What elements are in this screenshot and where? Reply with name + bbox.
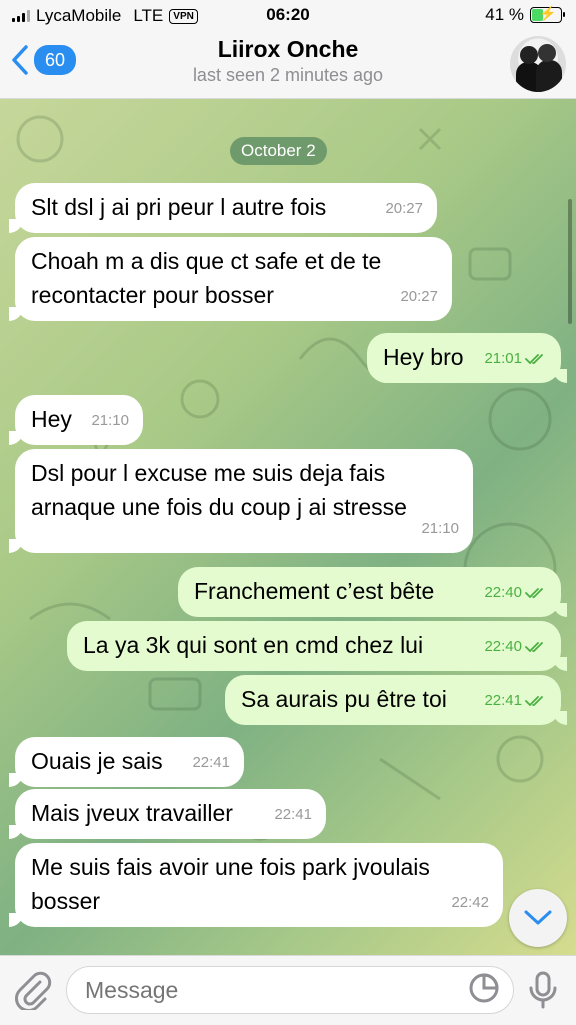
- outgoing-message[interactable]: Franchement c’est bête 22:40: [178, 567, 567, 617]
- message-time: 22:41: [274, 798, 312, 832]
- message-time: 22:41: [484, 684, 547, 718]
- message-time: 20:27: [385, 192, 423, 226]
- status-bar: LycaMobile LTE VPN 06:20 41 % ⚡: [0, 0, 576, 30]
- contact-name: Liirox Onche: [217, 36, 359, 62]
- message-text: Me suis fais avoir une fois park jvoulai…: [31, 854, 430, 914]
- back-button[interactable]: 60: [10, 44, 76, 76]
- message-text: Hey bro: [383, 344, 464, 370]
- message-time: 22:41: [192, 746, 230, 780]
- outgoing-message[interactable]: Hey bro 21:01: [367, 333, 567, 383]
- incoming-message[interactable]: Slt dsl j ai pri peur l autre fois 20:27: [9, 183, 437, 233]
- message-time: 21:10: [421, 512, 459, 546]
- chevron-left-icon: [12, 45, 28, 75]
- date-separator: October 2: [230, 137, 327, 165]
- message-input-bar: [0, 955, 576, 1025]
- message-time: 22:40: [484, 630, 547, 664]
- message-time-text: 20:27: [385, 200, 423, 217]
- message-text: Dsl pour l excuse me suis deja fais arna…: [31, 460, 407, 520]
- outgoing-message[interactable]: La ya 3k qui sont en cmd chez lui 22:40: [67, 621, 567, 671]
- message-text: La ya 3k qui sont en cmd chez lui: [83, 632, 424, 658]
- last-seen-label: last seen 2 minutes ago: [192, 65, 384, 85]
- message-time-text: 22:41: [274, 806, 312, 823]
- message-time: 21:10: [91, 404, 129, 438]
- message-time-text: 22:40: [484, 638, 522, 655]
- message-time-text: 21:10: [421, 520, 459, 537]
- scroll-to-bottom-button[interactable]: [509, 889, 567, 947]
- sticker-button[interactable]: [468, 972, 500, 1009]
- microphone-icon: [529, 971, 557, 1009]
- chat-area[interactable]: October 2 Slt dsl j ai pri peur l autre …: [0, 99, 576, 955]
- incoming-message[interactable]: Choah m a dis que ct safe et de te recon…: [9, 237, 452, 321]
- incoming-message[interactable]: Mais jveux travailler 22:41: [9, 789, 326, 839]
- message-time: 22:42: [451, 886, 489, 920]
- message-text: Sa aurais pu être toi: [241, 686, 447, 712]
- message-time-text: 21:01: [484, 350, 522, 367]
- chevron-down-icon: [524, 910, 552, 925]
- avatar[interactable]: [510, 36, 566, 92]
- message-input[interactable]: [66, 966, 514, 1014]
- message-time-text: 22:40: [484, 584, 522, 601]
- message-time-text: 22:41: [484, 692, 522, 709]
- message-time-text: 22:42: [451, 894, 489, 911]
- outgoing-message[interactable]: Sa aurais pu être toi 22:41: [225, 675, 567, 725]
- message-text: Ouais je sais: [31, 748, 163, 774]
- message-text: Choah m a dis que ct safe et de te recon…: [31, 248, 382, 308]
- unread-count-badge: 60: [34, 45, 76, 75]
- battery-percent: 41 %: [485, 5, 524, 24]
- incoming-message[interactable]: Dsl pour l excuse me suis deja fais arna…: [9, 449, 473, 553]
- read-check-icon: [525, 354, 543, 365]
- message-text: Franchement c’est bête: [194, 578, 435, 604]
- message-time: 20:27: [400, 280, 438, 314]
- incoming-message[interactable]: Hey 21:10: [9, 395, 143, 445]
- attach-button[interactable]: [14, 970, 52, 1015]
- voice-message-button[interactable]: [528, 970, 558, 1015]
- paperclip-icon: [15, 971, 52, 1012]
- message-text: Hey: [31, 406, 72, 432]
- sticker-icon: [469, 973, 499, 1003]
- battery-icon: ⚡: [530, 5, 565, 23]
- read-check-icon: [525, 642, 543, 653]
- read-check-icon: [525, 588, 543, 599]
- scrollbar[interactable]: [568, 199, 572, 324]
- message-text: Slt dsl j ai pri peur l autre fois: [31, 194, 327, 220]
- contact-info[interactable]: Liirox Onche last seen 2 minutes ago: [120, 36, 456, 86]
- read-check-icon: [525, 696, 543, 707]
- message-text: Mais jveux travailler: [31, 800, 233, 826]
- message-time-text: 22:41: [192, 754, 230, 771]
- incoming-message[interactable]: Me suis fais avoir une fois park jvoulai…: [9, 843, 503, 927]
- message-time: 22:40: [484, 576, 547, 610]
- chat-header: 60 Liirox Onche last seen 2 minutes ago: [0, 30, 576, 99]
- message-time-text: 20:27: [400, 288, 438, 305]
- message-time-text: 21:10: [91, 412, 129, 429]
- incoming-message[interactable]: Ouais je sais 22:41: [9, 737, 244, 787]
- message-time: 21:01: [484, 342, 547, 376]
